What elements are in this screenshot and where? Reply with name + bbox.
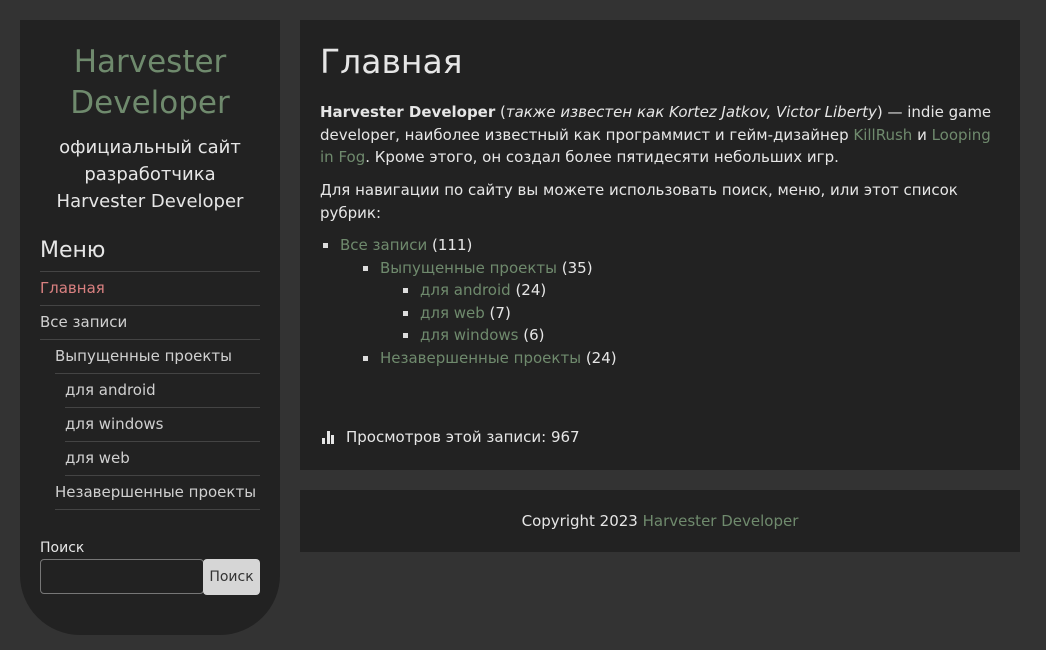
site-title[interactable]: Harvester Developer bbox=[20, 42, 280, 124]
category-item: Незавершенные проекты (24) bbox=[360, 347, 617, 370]
copyright-text: Copyright 2023 bbox=[521, 512, 643, 530]
category-item: для android (24) bbox=[400, 279, 617, 302]
category-item: для windows (6) bbox=[400, 324, 617, 347]
category-link-all-posts[interactable]: Все записи bbox=[340, 236, 427, 254]
category-count: (24) bbox=[581, 348, 617, 367]
sidebar-item-android[interactable]: для android bbox=[65, 374, 260, 408]
category-item: Выпущенные проекты (35) для android (24)… bbox=[360, 257, 617, 347]
views-counter: Просмотров этой записи: 967 bbox=[322, 428, 580, 446]
search-label: Поиск bbox=[40, 540, 85, 556]
category-item: Все записи (111) Выпущенные проекты (35)… bbox=[320, 234, 617, 369]
views-text: Просмотров этой записи: 967 bbox=[346, 428, 580, 446]
sidebar-item-all-posts[interactable]: Все записи bbox=[40, 306, 260, 340]
sidebar-item-unfinished-projects[interactable]: Незавершенные проекты bbox=[55, 476, 260, 510]
category-count: (7) bbox=[484, 303, 511, 322]
category-list: Все записи (111) Выпущенные проекты (35)… bbox=[320, 234, 617, 369]
page-title: Главная bbox=[320, 42, 463, 81]
footer: Copyright 2023 Harvester Developer bbox=[300, 490, 1020, 552]
category-count: (35) bbox=[557, 258, 593, 277]
sidebar-item-released-projects[interactable]: Выпущенные проекты bbox=[55, 340, 260, 374]
sidebar-item-windows[interactable]: для windows bbox=[65, 408, 260, 442]
intro-paragraph: Harvester Developer (также известен как … bbox=[320, 101, 1005, 169]
intro-tail: . Кроме этого, он создал более пятидесят… bbox=[365, 148, 839, 166]
intro-conj: и bbox=[912, 125, 932, 144]
killrush-link[interactable]: KillRush bbox=[853, 126, 912, 144]
sidebar-item-web[interactable]: для web bbox=[65, 442, 260, 476]
main-content: Главная Harvester Developer (также извес… bbox=[300, 20, 1020, 470]
category-item: для web (7) bbox=[400, 302, 617, 325]
menu-title: Меню bbox=[40, 238, 106, 263]
navigation-paragraph: Для навигации по сайту вы можете использ… bbox=[320, 181, 958, 222]
category-count: (6) bbox=[518, 326, 545, 344]
category-link-windows[interactable]: для windows bbox=[420, 326, 518, 344]
footer-site-link[interactable]: Harvester Developer bbox=[643, 512, 799, 530]
sidebar-item-home[interactable]: Главная bbox=[40, 272, 260, 306]
bar-chart-icon bbox=[322, 430, 337, 444]
intro-name: Harvester Developer bbox=[320, 103, 496, 121]
sidebar: Harvester Developer официальный сайт раз… bbox=[20, 20, 280, 635]
category-count: (111) bbox=[427, 236, 473, 254]
intro-aka: также известен как Kortez Jatkov, Victor… bbox=[505, 103, 877, 121]
site-description: официальный сайт разработчика Harvester … bbox=[56, 137, 244, 212]
intro-paren-open: ( bbox=[495, 103, 506, 121]
category-link-web[interactable]: для web bbox=[420, 304, 485, 322]
search-input[interactable] bbox=[40, 559, 204, 594]
sidebar-menu: Главная Все записи Выпущенные проекты дл… bbox=[40, 271, 260, 510]
category-link-android[interactable]: для android bbox=[420, 281, 511, 299]
category-link-unfinished-projects[interactable]: Незавершенные проекты bbox=[380, 349, 581, 367]
category-link-released-projects[interactable]: Выпущенные проекты bbox=[380, 259, 557, 277]
category-count: (24) bbox=[510, 281, 547, 299]
search-button[interactable]: Поиск bbox=[203, 559, 260, 595]
